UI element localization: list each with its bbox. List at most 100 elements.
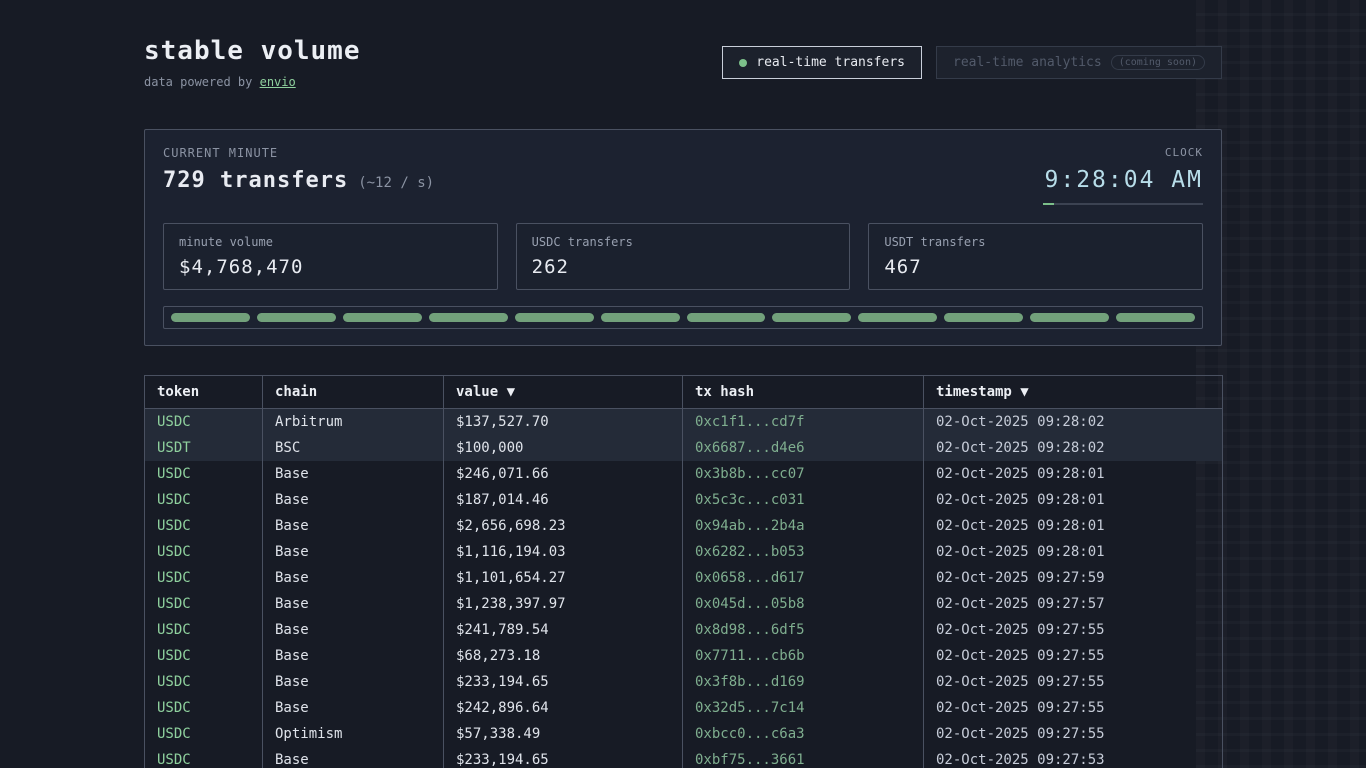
card-label: USDC transfers [532,235,835,249]
card-value: $4,768,470 [179,256,482,278]
tx-hash-link[interactable]: 0x0658...d617 [683,565,924,591]
tx-hash-link[interactable]: 0x045d...05b8 [683,591,924,617]
envio-link[interactable]: envio [260,75,296,89]
cell-token: USDC [145,461,263,487]
table-row: USDC Base $1,238,397.97 0x045d...05b8 02… [145,591,1223,617]
cell-chain: Base [263,461,444,487]
cell-timestamp: 02-Oct-2025 09:28:01 [924,487,1223,513]
cell-token: USDC [145,695,263,721]
page-container: stable volume data powered by envio real… [144,0,1222,768]
cell-chain: Base [263,487,444,513]
card-label: minute volume [179,235,482,249]
cell-token: USDC [145,617,263,643]
progress-segment [772,313,851,322]
tx-hash-link[interactable]: 0x7711...cb6b [683,643,924,669]
cell-chain: Base [263,565,444,591]
stats-panel-header: CURRENT MINUTE 729 transfers (~12 / s) C… [163,146,1203,205]
cell-value: $187,014.46 [444,487,683,513]
cell-value: $233,194.65 [444,747,683,768]
progress-segment [601,313,680,322]
transfers-count-row: 729 transfers (~12 / s) [163,168,434,193]
tx-hash-link[interactable]: 0x3f8b...d169 [683,669,924,695]
usdt-transfers-card: USDT transfers 467 [868,223,1203,290]
table-row: USDC Optimism $57,338.49 0xbcc0...c6a3 0… [145,721,1223,747]
tx-hash-link[interactable]: 0xc1f1...cd7f [683,409,924,436]
col-value-sort[interactable]: value ▼ [444,376,683,409]
cell-value: $241,789.54 [444,617,683,643]
stats-panel: CURRENT MINUTE 729 transfers (~12 / s) C… [144,129,1222,346]
col-timestamp-sort[interactable]: timestamp ▼ [924,376,1223,409]
tx-hash-link[interactable]: 0x5c3c...c031 [683,487,924,513]
tx-hash-link[interactable]: 0xbf75...3661 [683,747,924,768]
clock-label: CLOCK [1043,146,1203,159]
cell-chain: Base [263,617,444,643]
cell-timestamp: 02-Oct-2025 09:27:59 [924,565,1223,591]
cell-token: USDC [145,513,263,539]
clock-progress [1043,203,1203,205]
col-token: token [145,376,263,409]
subtitle: data powered by envio [144,75,361,89]
col-chain: chain [263,376,444,409]
col-tx-hash: tx hash [683,376,924,409]
cell-value: $1,116,194.03 [444,539,683,565]
stat-cards: minute volume $4,768,470 USDC transfers … [163,223,1203,290]
table-row: USDC Base $233,194.65 0xbf75...3661 02-O… [145,747,1223,768]
cell-token: USDC [145,539,263,565]
card-value: 262 [532,256,835,278]
usdc-transfers-card: USDC transfers 262 [516,223,851,290]
title-block: stable volume data powered by envio [144,36,361,89]
subtitle-prefix: data powered by [144,75,260,89]
tx-hash-link[interactable]: 0x6687...d4e6 [683,435,924,461]
cell-timestamp: 02-Oct-2025 09:27:55 [924,695,1223,721]
table-header-row: token chain value ▼ tx hash timestamp ▼ [145,376,1223,409]
cell-chain: Base [263,747,444,768]
tab-analytics-label: real-time analytics [953,55,1102,70]
cell-token: USDC [145,487,263,513]
cell-chain: Base [263,695,444,721]
live-status-dot-icon [739,59,747,67]
progress-segment [257,313,336,322]
cell-token: USDT [145,435,263,461]
cell-token: USDC [145,591,263,617]
cell-chain: Base [263,539,444,565]
transfers-table: token chain value ▼ tx hash timestamp ▼ … [144,375,1223,768]
progress-segment [343,313,422,322]
table-row: USDC Base $241,789.54 0x8d98...6df5 02-O… [145,617,1223,643]
cell-chain: Base [263,513,444,539]
table-row: USDC Arbitrum $137,527.70 0xc1f1...cd7f … [145,409,1223,436]
table-row: USDT BSC $100,000 0x6687...d4e6 02-Oct-2… [145,435,1223,461]
tx-hash-link[interactable]: 0x94ab...2b4a [683,513,924,539]
tx-hash-link[interactable]: 0xbcc0...c6a3 [683,721,924,747]
cell-timestamp: 02-Oct-2025 09:27:53 [924,747,1223,768]
progress-segment [1030,313,1109,322]
cell-timestamp: 02-Oct-2025 09:28:02 [924,435,1223,461]
cell-value: $246,071.66 [444,461,683,487]
cell-value: $233,194.65 [444,669,683,695]
table-row: USDC Base $187,014.46 0x5c3c...c031 02-O… [145,487,1223,513]
progress-segment [429,313,508,322]
table-row: USDC Base $246,071.66 0x3b8b...cc07 02-O… [145,461,1223,487]
tab-realtime-transfers[interactable]: real-time transfers [722,46,922,79]
tx-hash-link[interactable]: 0x8d98...6df5 [683,617,924,643]
clock-block: CLOCK 9:28:04 AM [1043,146,1203,205]
tx-hash-link[interactable]: 0x6282...b053 [683,539,924,565]
table-row: USDC Base $68,273.18 0x7711...cb6b 02-Oc… [145,643,1223,669]
card-label: USDT transfers [884,235,1187,249]
header: stable volume data powered by envio real… [144,36,1222,89]
cell-timestamp: 02-Oct-2025 09:27:57 [924,591,1223,617]
cell-value: $2,656,698.23 [444,513,683,539]
cell-chain: Base [263,591,444,617]
cell-token: USDC [145,565,263,591]
tab-realtime-analytics: real-time analytics (coming soon) [936,46,1222,79]
cell-chain: Base [263,643,444,669]
cell-value: $137,527.70 [444,409,683,436]
tx-hash-link[interactable]: 0x32d5...7c14 [683,695,924,721]
transfers-count: 729 transfers [163,168,348,193]
cell-timestamp: 02-Oct-2025 09:27:55 [924,643,1223,669]
card-value: 467 [884,256,1187,278]
cell-chain: Optimism [263,721,444,747]
minute-progress-bar [163,306,1203,329]
table-row: USDC Base $1,101,654.27 0x0658...d617 02… [145,565,1223,591]
tx-hash-link[interactable]: 0x3b8b...cc07 [683,461,924,487]
cell-token: USDC [145,643,263,669]
